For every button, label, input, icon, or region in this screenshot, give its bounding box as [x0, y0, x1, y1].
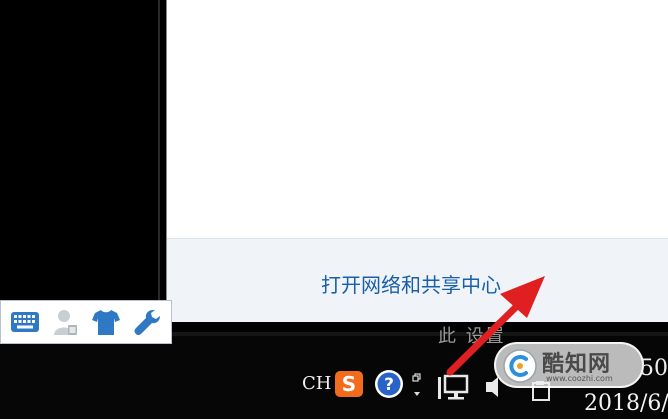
ime-toolbar — [0, 300, 172, 344]
open-network-sharing-center-link[interactable]: 打开网络和共享中心 — [321, 269, 501, 298]
watermark-url: www.coozhi.com — [546, 374, 613, 383]
window-edge — [158, 0, 160, 300]
network-flyout: 打开网络和共享中心 — [166, 0, 668, 322]
network-flyout-footer: 打开网络和共享中心 — [167, 238, 668, 322]
skin-shirt-icon[interactable] — [89, 305, 123, 339]
help-icon[interactable]: ? — [374, 369, 404, 399]
keyboard-icon[interactable] — [8, 305, 42, 339]
show-hidden-icons-icon[interactable] — [410, 370, 424, 400]
network-monitor-icon[interactable] — [436, 372, 470, 402]
network-list-area — [167, 0, 668, 238]
background-partial-text: 此 设置 — [438, 326, 506, 347]
screen: 打开网络和共享中心 此 设置 CH S ? 酷知网 www.coozhi.com… — [0, 0, 668, 419]
clock-time[interactable]: 50 — [640, 356, 668, 381]
user-icon[interactable] — [49, 305, 83, 339]
svg-text:?: ? — [384, 375, 394, 395]
coozhi-logo-icon — [503, 349, 537, 383]
watermark-badge: 酷知网 www.coozhi.com — [494, 342, 644, 388]
svg-text:S: S — [342, 372, 356, 396]
wrench-icon[interactable] — [130, 305, 164, 339]
clock-date[interactable]: 2018/6/ — [584, 391, 668, 416]
sogou-input-icon[interactable]: S — [334, 370, 364, 398]
input-language-indicator[interactable]: CH — [302, 373, 331, 394]
speaker-icon[interactable] — [484, 376, 500, 398]
